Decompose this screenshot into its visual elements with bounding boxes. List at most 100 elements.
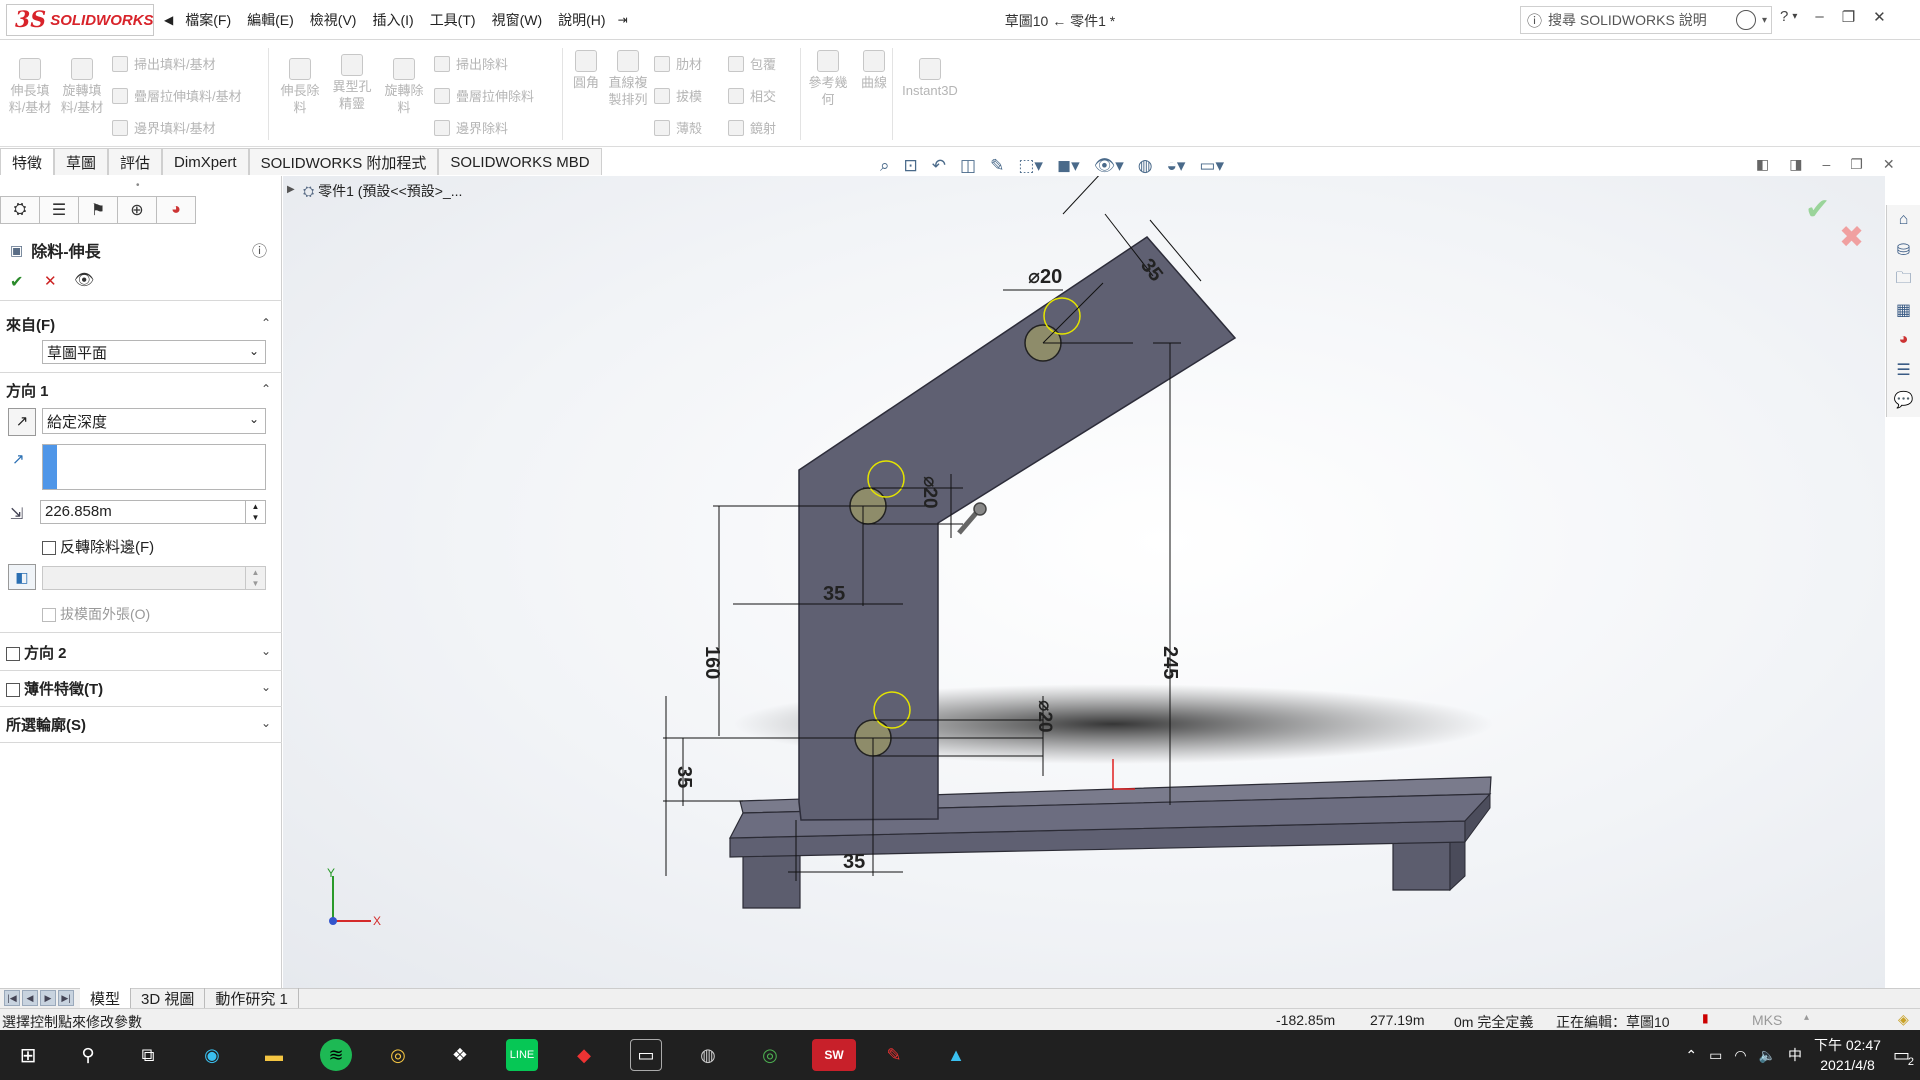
units-dropdown-icon[interactable]: ▴	[1804, 1012, 1809, 1023]
draft-toggle-icon[interactable]: ◧	[8, 564, 36, 590]
from-collapse-icon[interactable]: ⌃	[261, 316, 271, 330]
edit-appearance-icon[interactable]: ◍	[1138, 156, 1153, 176]
extrude-boss-button[interactable]: 伸長填料/基材	[8, 58, 52, 116]
thin-feature-expand-icon[interactable]: ⌄	[261, 680, 271, 694]
battery-icon[interactable]: ▭	[1709, 1047, 1722, 1064]
menu-window[interactable]: 視窗(W)	[484, 10, 551, 30]
boundary-boss-button[interactable]: 邊界填料/基材	[112, 118, 216, 137]
dim-base-offset[interactable]: 35	[843, 851, 865, 874]
depth-input[interactable]: 226.858m ▲ ▼	[40, 500, 266, 524]
last-tab-icon[interactable]: ▶|	[58, 989, 74, 1006]
hide-show-icon[interactable]: 👁▾	[1094, 156, 1124, 176]
direction2-check[interactable]	[6, 647, 20, 662]
wifi-icon[interactable]: ◠	[1734, 1047, 1746, 1064]
section-view-icon[interactable]: ◫	[960, 156, 976, 176]
shell-button[interactable]: 薄殼	[654, 118, 702, 137]
tag-icon[interactable]: ◈	[1898, 1011, 1909, 1028]
dim-upright-width[interactable]: 35	[823, 583, 845, 606]
selected-contours-label[interactable]: 所選輪廓(S)	[6, 714, 86, 735]
volume-icon[interactable]: 🔈	[1759, 1047, 1776, 1064]
menu-file[interactable]: 檔案(F)	[177, 10, 239, 30]
tab-mbd[interactable]: SOLIDWORKS MBD	[438, 148, 602, 175]
menu-help[interactable]: 說明(H)	[550, 10, 613, 30]
sweep-boss-button[interactable]: 掃出填料/基材	[112, 54, 216, 73]
terminal-icon[interactable]: ▭	[630, 1039, 662, 1071]
dim-bottom-hole-diameter[interactable]: ⌀20	[1033, 700, 1056, 733]
cancel-x-icon[interactable]: ✕	[44, 272, 57, 290]
search-dropdown-icon[interactable]: ▾	[1762, 15, 1767, 26]
file-explorer-icon[interactable]: 🗀	[1887, 265, 1920, 295]
direction2-expand-icon[interactable]: ⌄	[261, 644, 271, 658]
close-icon[interactable]: ✕	[1873, 8, 1886, 26]
zoom-area-icon[interactable]: ⊡	[904, 156, 918, 176]
tab-model[interactable]: 模型	[80, 988, 132, 1009]
depth-spinner[interactable]: ▲ ▼	[245, 501, 265, 523]
wrap-button[interactable]: 包覆	[728, 54, 776, 73]
tab-3d-views[interactable]: 3D 視圖	[131, 988, 206, 1009]
thin-feature-check[interactable]	[6, 683, 20, 698]
search-box[interactable]: ⓘ 搜尋 SOLIDWORKS 說明 ▾	[1520, 6, 1772, 34]
menu-edit[interactable]: 編輯(E)	[239, 10, 302, 30]
display-manager-tab-icon[interactable]: ◕	[156, 196, 196, 224]
tab-evaluate[interactable]: 評估	[108, 148, 163, 175]
viewport-close-icon[interactable]: ✕	[1883, 156, 1895, 173]
feature-manager-tab-icon[interactable]: ⛭	[0, 196, 40, 224]
ok-check-icon[interactable]: ✔	[10, 272, 23, 292]
custom-properties-icon[interactable]: ☰	[1887, 355, 1920, 385]
garena-icon[interactable]: ◆	[568, 1039, 600, 1071]
tab-motion-study[interactable]: 動作研究 1	[205, 988, 299, 1009]
dynamic-annotation-icon[interactable]: ✎	[990, 156, 1004, 176]
viewport-tile-right-icon[interactable]: ◨	[1789, 156, 1802, 173]
menu-insert[interactable]: 插入(I)	[364, 10, 421, 30]
panel-grip-icon[interactable]: •	[136, 180, 140, 191]
reference-geometry-button[interactable]: 參考幾何	[804, 50, 852, 108]
graphics-area[interactable]: ▶ ⛭ 零件1 (預設<<預設>_... ⌀20 35 ⌀20 35 160 2…	[283, 176, 1885, 988]
windows-start-icon[interactable]: ⊞	[12, 1039, 44, 1071]
notification-icon[interactable]: ▭ 2	[1893, 1045, 1914, 1068]
fillet-button[interactable]: 圓角	[568, 50, 604, 91]
view-palette-icon[interactable]: ▦	[1887, 295, 1920, 325]
paint-app-icon[interactable]: ✎	[878, 1039, 910, 1071]
next-tab-icon[interactable]: ▶	[40, 989, 56, 1006]
tab-dimxpert[interactable]: DimXpert	[162, 148, 249, 175]
dim-hole-spacing[interactable]: 160	[700, 646, 723, 679]
mirror-button[interactable]: 鏡射	[728, 118, 776, 137]
taskbar-search-icon[interactable]: ⚲	[72, 1039, 104, 1071]
viewport-tile-left-icon[interactable]: ◧	[1756, 156, 1769, 173]
loft-boss-button[interactable]: 疊層拉伸填料/基材	[112, 86, 242, 105]
clock[interactable]: 下午 02:47 2021/4/8	[1814, 1035, 1881, 1075]
spotify-icon[interactable]: ≋	[320, 1039, 352, 1071]
dim-top-hole-diameter[interactable]: ⌀20	[1028, 264, 1062, 289]
tab-sketch[interactable]: 草圖	[54, 148, 109, 175]
draft-outward-check[interactable]	[42, 608, 56, 623]
help-circle-icon[interactable]: ⓘ	[1527, 10, 1542, 31]
apply-scene-icon[interactable]: ◒▾	[1167, 156, 1186, 176]
thin-feature-section[interactable]: 薄件特徵(T)	[6, 678, 103, 699]
previous-view-icon[interactable]: ↶	[932, 156, 946, 176]
forum-icon[interactable]: 💬	[1887, 385, 1920, 415]
end-condition-select[interactable]: 給定深度 ⌄	[42, 408, 266, 434]
direction-selection-box[interactable]	[42, 444, 266, 490]
reverse-direction-icon[interactable]: ↗	[8, 408, 36, 436]
rib-button[interactable]: 肋材	[654, 54, 702, 73]
boundary-cut-button[interactable]: 邊界除料	[434, 118, 508, 137]
draft-angle-input[interactable]: ▲ ▼	[42, 566, 266, 590]
edge-icon[interactable]: ◉	[196, 1039, 228, 1071]
design-library-icon[interactable]: ⛁	[1887, 235, 1920, 265]
dim-mid-hole-diameter[interactable]: ⌀20	[918, 476, 941, 509]
from-select[interactable]: 草圖平面 ⌄	[42, 340, 266, 364]
curves-button[interactable]: 曲線	[856, 50, 892, 91]
units-selector[interactable]: MKS	[1752, 1012, 1782, 1028]
confirm-cancel-icon[interactable]: ✖	[1839, 220, 1864, 255]
draft-outward-checkbox[interactable]: 拔模面外張(O)	[42, 604, 150, 624]
instant3d-button[interactable]: Instant3D	[898, 58, 962, 99]
zoom-to-fit-icon[interactable]: ⌕	[880, 156, 890, 176]
menu-view[interactable]: 檢視(V)	[302, 10, 365, 30]
pin-icon[interactable]: ⇥	[614, 13, 632, 27]
tab-addins[interactable]: SOLIDWORKS 附加程式	[248, 148, 439, 175]
file-explorer-taskbar-icon[interactable]: ▬	[258, 1039, 290, 1071]
model-svg[interactable]	[283, 176, 1885, 988]
menu-tools[interactable]: 工具(T)	[422, 10, 484, 30]
sweep-cut-button[interactable]: 掃出除料	[434, 54, 508, 73]
reverse-side-check[interactable]	[42, 541, 56, 556]
